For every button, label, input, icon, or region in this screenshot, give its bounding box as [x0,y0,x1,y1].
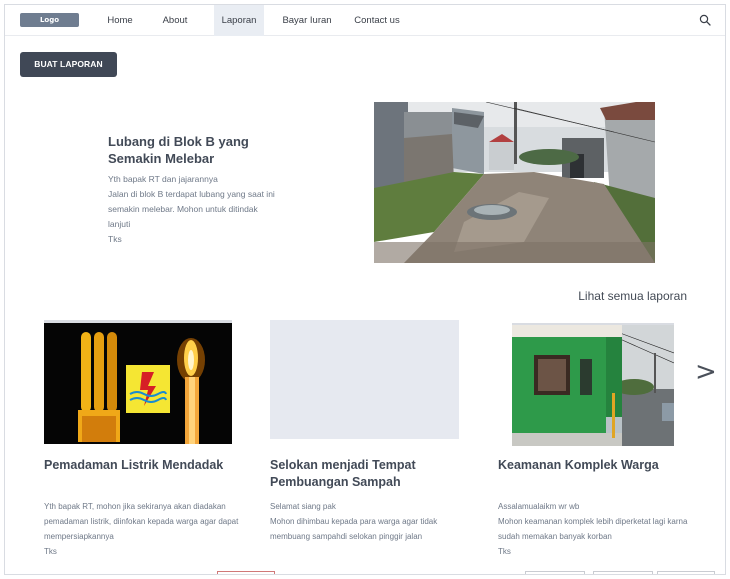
nav-home[interactable]: Home [100,5,140,36]
chevron-right-icon[interactable]: > [695,357,717,387]
card-image-placeholder[interactable] [270,320,459,439]
create-report-button[interactable]: BUAT LAPORAN [20,52,117,77]
logo[interactable]: Logo [20,13,79,27]
bottom-edge-tab [217,571,275,574]
bottom-edge-tab [657,571,715,574]
nav-contact-us[interactable]: Contact us [350,5,404,36]
card-body: Selamat siang pak Mohon dihimbau kepada … [270,499,470,544]
card-photo-guard-post[interactable] [512,323,674,446]
card-body: Yth bapak RT, mohon jika sekiranya akan … [44,499,244,559]
card-title[interactable]: Pemadaman Listrik Mendadak [44,457,234,474]
featured-body: Yth bapak RT dan jajarannya Jalan di blo… [108,172,278,247]
featured-line: Tks [108,234,122,244]
card-line: Mohon keamanan komplek lebih diperketat … [498,517,688,541]
nav-laporan[interactable]: Laporan [214,5,264,36]
card-line: Tks [498,547,511,556]
card-line: Mohon dihimbau kepada para warga agar ti… [270,517,438,541]
card-title[interactable]: Selokan menjadi Tempat Pembuangan Sampah [270,457,460,491]
card-photo-power-outage[interactable] [44,320,232,444]
featured-photo-damaged-road[interactable] [374,102,655,263]
bottom-edge [5,570,725,574]
search-icon[interactable] [699,14,711,26]
card-line: Tks [44,547,57,556]
nav-bayar-iuran[interactable]: Bayar Iuran [279,5,335,36]
bottom-edge-tab [593,571,653,574]
card-line: Selamat siang pak [270,502,336,511]
see-all-reports-link[interactable]: Lihat semua laporan [578,289,687,303]
card-body: Assalamualaikm wr wb Mohon keamanan komp… [498,499,698,559]
featured-line: Jalan di blok B terdapat lubang yang saa… [108,189,275,229]
featured-line: Yth bapak RT dan jajarannya [108,174,218,184]
nav-about[interactable]: About [154,5,196,36]
card-line: Yth bapak RT, mohon jika sekiranya akan … [44,502,239,541]
card-line: Assalamualaikm wr wb [498,502,580,511]
featured-title[interactable]: Lubang di Blok B yang Semakin Melebar [108,133,283,167]
bottom-edge-tab [525,571,585,574]
card-title[interactable]: Keamanan Komplek Warga [498,457,688,474]
top-navbar: Logo Home About Laporan Bayar Iuran Cont… [5,5,725,36]
app-frame: Logo Home About Laporan Bayar Iuran Cont… [4,4,726,575]
